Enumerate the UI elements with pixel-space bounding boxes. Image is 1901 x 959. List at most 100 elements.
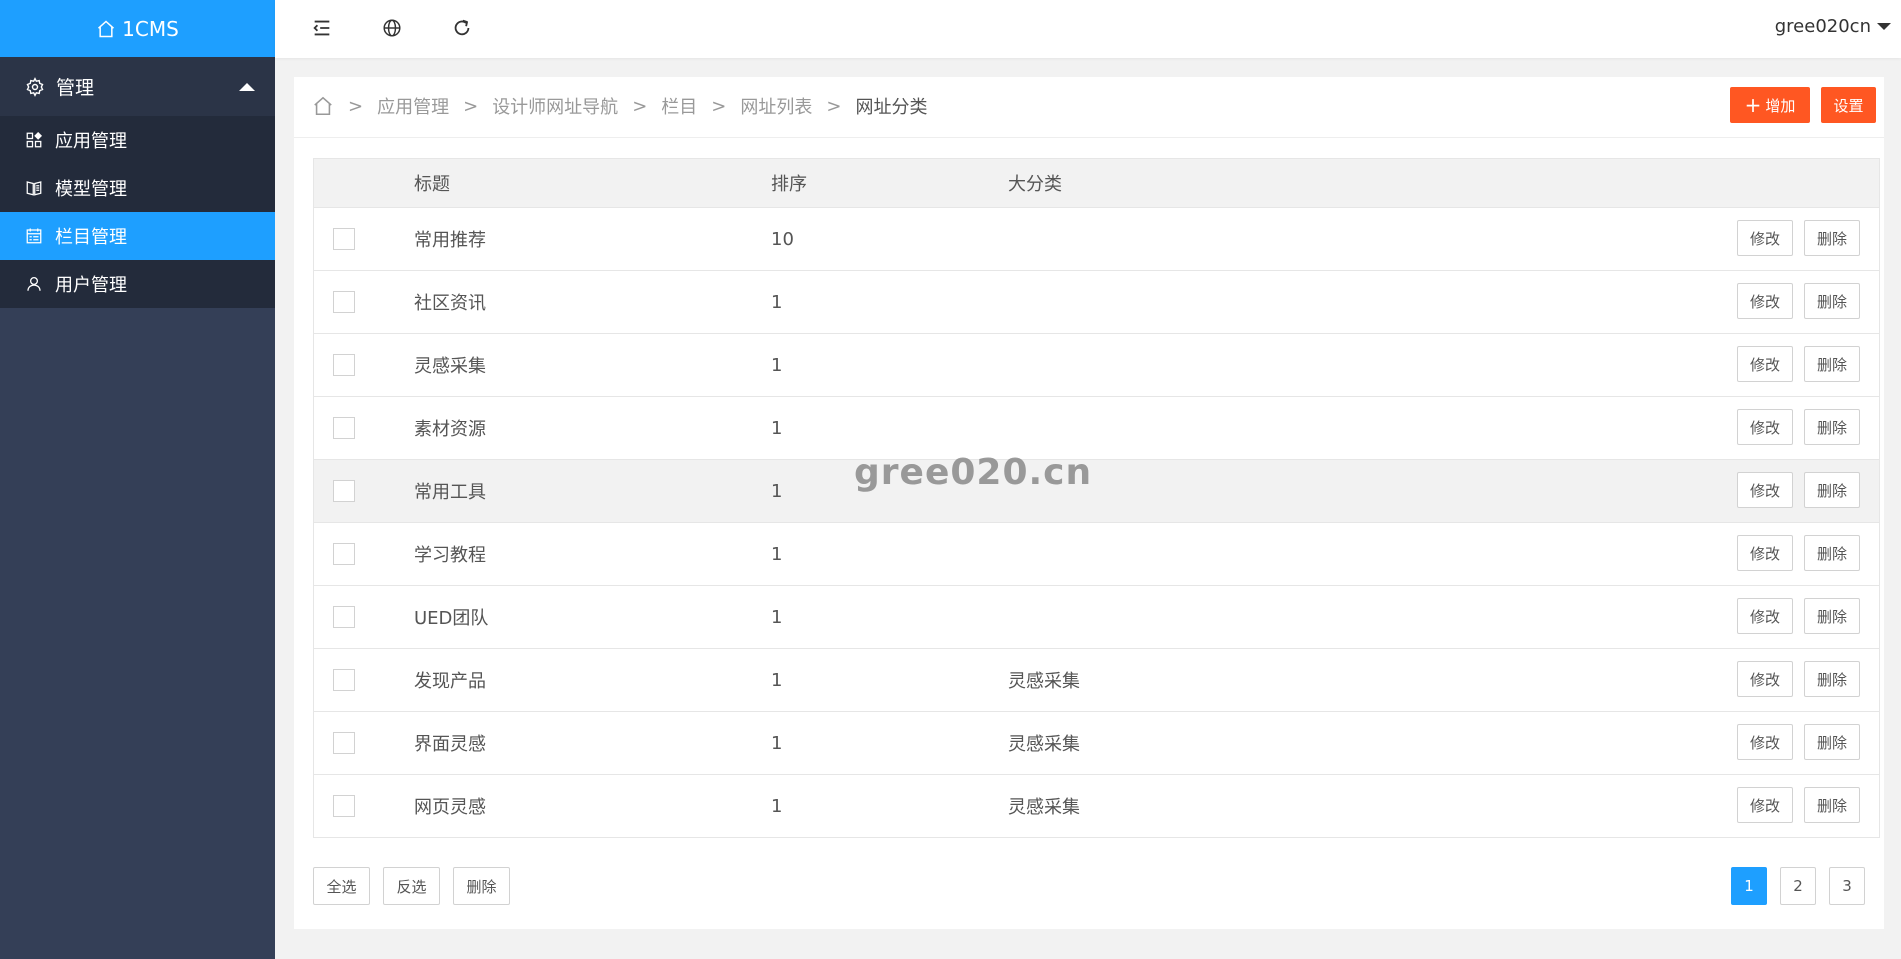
page-button-2[interactable]: 2 [1780,867,1816,905]
sidebar-item-app-manage[interactable]: 应用管理 [0,116,275,164]
edit-button[interactable]: 修改 [1737,787,1793,823]
breadcrumb-separator: > [348,95,364,117]
menu-fold-icon[interactable] [311,17,333,39]
row-title: 学习教程 [414,545,486,566]
row-checkbox[interactable] [333,354,355,376]
globe-icon[interactable] [381,17,403,39]
row-actions: 修改 删除 [1737,283,1860,319]
row-checkbox[interactable] [333,291,355,313]
row-sort: 1 [771,480,783,502]
page-button-3[interactable]: 3 [1829,867,1865,905]
table-row: 网页灵感 1 灵感采集 修改 删除 [314,775,1879,837]
breadcrumb-item[interactable]: 栏目 [661,93,697,119]
row-actions: 修改 删除 [1737,661,1860,697]
table-row: 常用推荐 10 修改 删除 [314,208,1879,271]
row-category: 灵感采集 [1008,797,1080,818]
edit-button[interactable]: 修改 [1737,220,1793,256]
edit-button[interactable]: 修改 [1737,535,1793,571]
invert-selection-button[interactable]: 反选 [383,867,440,905]
header-sort: 排序 [771,174,807,195]
row-checkbox-cell [314,606,414,628]
edit-button[interactable]: 修改 [1737,661,1793,697]
sidebar-item-user-manage[interactable]: 用户管理 [0,260,275,308]
row-sort: 1 [771,732,783,754]
delete-button[interactable]: 删除 [1804,598,1860,634]
delete-button[interactable]: 删除 [1804,724,1860,760]
breadcrumb: > 应用管理 > 设计师网址导航 > 栏目 > 网址列表 > 网址分类 [312,93,927,119]
user-menu[interactable]: gree020cn [1775,16,1891,37]
row-actions: 修改 删除 [1737,787,1860,823]
bulk-actions: 全选 反选 删除 [313,867,510,905]
bulk-delete-button[interactable]: 删除 [453,867,510,905]
row-title: 网页灵感 [414,797,486,818]
sidebar-item-model-manage[interactable]: 模型管理 [0,164,275,212]
row-checkbox[interactable] [333,480,355,502]
plus-icon: + [1744,93,1762,117]
delete-button[interactable]: 删除 [1804,535,1860,571]
breadcrumb-item[interactable]: 设计师网址导航 [492,93,618,119]
row-actions: 修改 删除 [1737,724,1860,760]
row-checkbox-cell [314,354,414,376]
delete-button[interactable]: 删除 [1804,661,1860,697]
row-title: 发现产品 [414,671,486,692]
delete-button[interactable]: 删除 [1804,787,1860,823]
delete-button[interactable]: 删除 [1804,283,1860,319]
delete-button[interactable]: 删除 [1804,472,1860,508]
sidebar-group-manage[interactable]: 管理 [0,57,275,116]
add-button[interactable]: + 增加 [1730,87,1810,123]
edit-button[interactable]: 修改 [1737,472,1793,508]
row-checkbox[interactable] [333,669,355,691]
breadcrumb-separator: > [632,95,648,117]
row-actions: 修改 删除 [1737,220,1860,256]
refresh-icon[interactable] [451,17,473,39]
edit-button[interactable]: 修改 [1737,724,1793,760]
row-checkbox[interactable] [333,417,355,439]
row-checkbox[interactable] [333,795,355,817]
breadcrumb-item[interactable]: 应用管理 [377,93,449,119]
breadcrumb-separator: > [826,95,842,117]
table-row: 素材资源 1 修改 删除 [314,397,1879,460]
logo-text: 1CMS [122,16,179,41]
username: gree020cn [1774,16,1871,37]
edit-button[interactable]: 修改 [1737,598,1793,634]
caret-down-icon [1877,23,1891,30]
page-button-1[interactable]: 1 [1731,867,1767,905]
row-actions: 修改 删除 [1737,535,1860,571]
logo[interactable]: 1CMS [0,0,275,57]
row-title: 常用工具 [414,482,486,503]
table-row: 界面灵感 1 灵感采集 修改 删除 [314,712,1879,775]
delete-button[interactable]: 删除 [1804,220,1860,256]
row-category: 灵感采集 [1008,734,1080,755]
delete-button[interactable]: 删除 [1804,409,1860,445]
calendar-list-icon [25,227,43,245]
sidebar-item-column-manage[interactable]: 栏目管理 [0,212,275,260]
row-sort: 1 [771,795,783,817]
row-sort: 1 [771,291,783,313]
sidebar-item-label: 用户管理 [55,275,127,296]
row-title: 灵感采集 [414,356,486,377]
row-checkbox[interactable] [333,228,355,250]
row-checkbox[interactable] [333,543,355,565]
row-sort: 1 [771,417,783,439]
edit-button[interactable]: 修改 [1737,409,1793,445]
breadcrumb-separator: > [711,95,727,117]
edit-button[interactable]: 修改 [1737,283,1793,319]
breadcrumb-item[interactable]: 网址列表 [740,93,812,119]
select-all-button[interactable]: 全选 [313,867,370,905]
home-icon[interactable] [312,95,334,117]
row-checkbox[interactable] [333,606,355,628]
row-actions: 修改 删除 [1737,598,1860,634]
row-actions: 修改 删除 [1737,472,1860,508]
edit-button[interactable]: 修改 [1737,346,1793,382]
row-checkbox-cell [314,480,414,502]
table-body: 常用推荐 10 修改 删除 社区资讯 1 修改 删除 灵感采集 1 修改 删除 素材资源 1 修改 删除 常用工… [314,208,1879,837]
row-sort: 1 [771,543,783,565]
crumb-bar: > 应用管理 > 设计师网址导航 > 栏目 > 网址列表 > 网址分类 + 增加… [294,77,1884,138]
delete-button[interactable]: 删除 [1804,346,1860,382]
sidebar-group-label: 管理 [56,77,95,99]
table-row: 常用工具 1 修改 删除 [314,460,1879,523]
row-checkbox[interactable] [333,732,355,754]
settings-button[interactable]: 设置 [1821,87,1876,123]
row-checkbox-cell [314,543,414,565]
table-row: UED团队 1 修改 删除 [314,586,1879,649]
